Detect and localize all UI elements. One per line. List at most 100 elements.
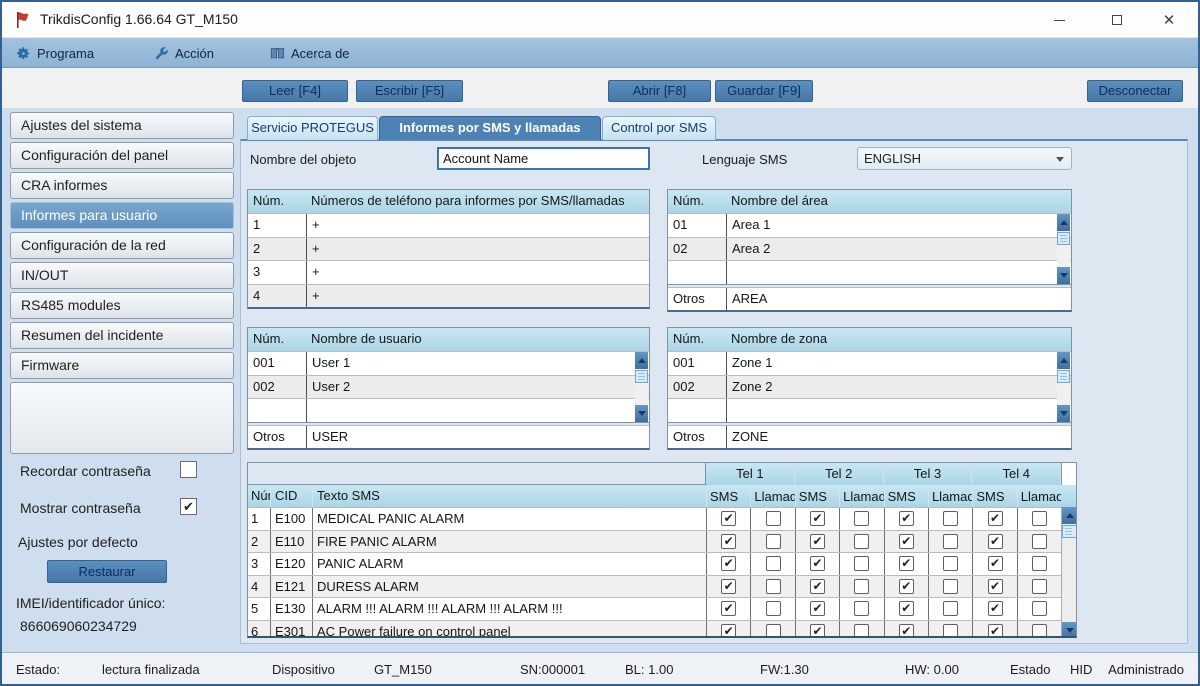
- user-name-cell[interactable]: User 2: [306, 375, 649, 398]
- sidebar-item-in-out[interactable]: IN/OUT: [10, 262, 234, 289]
- llamada-checkbox[interactable]: [854, 511, 870, 527]
- events-scrollbar[interactable]: [1061, 507, 1076, 636]
- llamada-checkbox[interactable]: [765, 601, 781, 617]
- open-button[interactable]: Abrir [F8]: [608, 80, 711, 102]
- write-button[interactable]: Escribir [F5]: [356, 80, 463, 102]
- restore-button[interactable]: Restaurar: [47, 560, 167, 583]
- llamada-checkbox[interactable]: [765, 623, 781, 636]
- menu-acerca-de[interactable]: Acerca de: [270, 38, 350, 68]
- llamada-checkbox[interactable]: [854, 533, 870, 549]
- llamada-checkbox[interactable]: [1031, 556, 1047, 572]
- scroll-down-button[interactable]: [1057, 267, 1070, 284]
- phone-cell[interactable]: +: [306, 284, 649, 307]
- scrollbar[interactable]: [635, 352, 648, 422]
- menu-accion[interactable]: Acción: [154, 38, 214, 68]
- sidebar-item-informes-para-usuario[interactable]: Informes para usuario: [10, 202, 234, 229]
- scroll-thumb[interactable]: [1062, 525, 1076, 538]
- scrollbar[interactable]: [1057, 214, 1070, 284]
- sidebar-item-ajustes-del-sistema[interactable]: Ajustes del sistema: [10, 112, 234, 139]
- sms-checkbox[interactable]: [809, 578, 825, 594]
- llamada-checkbox[interactable]: [854, 556, 870, 572]
- llamada-checkbox[interactable]: [765, 533, 781, 549]
- llamada-checkbox[interactable]: [943, 556, 959, 572]
- zone-others-cell[interactable]: ZONE: [726, 425, 1071, 448]
- phone-cell[interactable]: +: [306, 214, 649, 237]
- save-button[interactable]: Guardar [F9]: [715, 80, 813, 102]
- object-name-input[interactable]: Account Name: [437, 147, 650, 170]
- sidebar-item-rs485-modules[interactable]: RS485 modules: [10, 292, 234, 319]
- tab-control-por-sms[interactable]: Control por SMS: [602, 116, 716, 140]
- sms-checkbox[interactable]: [987, 556, 1003, 572]
- sms-checkbox[interactable]: [987, 578, 1003, 594]
- llamada-checkbox[interactable]: [1031, 511, 1047, 527]
- llamada-checkbox[interactable]: [1031, 601, 1047, 617]
- area-name-cell[interactable]: [726, 261, 1071, 284]
- llamada-checkbox[interactable]: [854, 578, 870, 594]
- user-others-cell[interactable]: USER: [306, 425, 649, 448]
- user-name-cell[interactable]: [306, 399, 649, 422]
- sms-checkbox[interactable]: [809, 556, 825, 572]
- llamada-checkbox[interactable]: [765, 578, 781, 594]
- sidebar-item-cra-informes[interactable]: CRA informes: [10, 172, 234, 199]
- read-button[interactable]: Leer [F4]: [242, 80, 348, 102]
- sms-checkbox[interactable]: [809, 623, 825, 636]
- area-name-cell[interactable]: Area 1: [726, 214, 1071, 237]
- scroll-thumb[interactable]: [1057, 370, 1070, 383]
- scroll-up-button[interactable]: [1062, 507, 1076, 524]
- close-button[interactable]: ✕: [1146, 2, 1192, 38]
- zone-name-cell[interactable]: [726, 399, 1071, 422]
- show-password-checkbox[interactable]: [180, 498, 197, 515]
- sms-checkbox[interactable]: [809, 511, 825, 527]
- maximize-button[interactable]: [1094, 2, 1140, 38]
- llamada-checkbox[interactable]: [1031, 623, 1047, 636]
- sms-checkbox[interactable]: [987, 533, 1003, 549]
- sms-language-select[interactable]: ENGLISH: [857, 147, 1072, 170]
- remember-password-checkbox[interactable]: [180, 461, 197, 478]
- sms-checkbox[interactable]: [987, 511, 1003, 527]
- sms-checkbox[interactable]: [898, 533, 914, 549]
- llamada-checkbox[interactable]: [1031, 578, 1047, 594]
- tab-informes-por-sms-y-llamadas[interactable]: Informes por SMS y llamadas: [379, 116, 601, 140]
- sms-checkbox[interactable]: [721, 511, 737, 527]
- scroll-down-button[interactable]: [1062, 622, 1076, 636]
- disconnect-button[interactable]: Desconectar: [1087, 80, 1183, 102]
- llamada-checkbox[interactable]: [943, 533, 959, 549]
- sidebar-item-resumen-del-incidente[interactable]: Resumen del incidente: [10, 322, 234, 349]
- sms-checkbox[interactable]: [898, 511, 914, 527]
- llamada-checkbox[interactable]: [943, 511, 959, 527]
- sms-checkbox[interactable]: [987, 601, 1003, 617]
- llamada-checkbox[interactable]: [765, 511, 781, 527]
- sms-checkbox[interactable]: [898, 556, 914, 572]
- zone-name-cell[interactable]: Zone 2: [726, 375, 1071, 398]
- sms-checkbox[interactable]: [898, 578, 914, 594]
- llamada-checkbox[interactable]: [1031, 533, 1047, 549]
- minimize-button[interactable]: [1036, 2, 1082, 38]
- scroll-down-button[interactable]: [1057, 405, 1070, 422]
- phone-cell[interactable]: +: [306, 237, 649, 260]
- user-name-cell[interactable]: User 1: [306, 352, 649, 375]
- scroll-down-button[interactable]: [635, 405, 648, 422]
- sms-checkbox[interactable]: [721, 623, 737, 636]
- scroll-up-button[interactable]: [635, 352, 648, 369]
- scroll-up-button[interactable]: [1057, 214, 1070, 231]
- llamada-checkbox[interactable]: [943, 578, 959, 594]
- sidebar-item-configuracion-de-la-red[interactable]: Configuración de la red: [10, 232, 234, 259]
- phone-cell[interactable]: +: [306, 261, 649, 284]
- zone-name-cell[interactable]: Zone 1: [726, 352, 1071, 375]
- llamada-checkbox[interactable]: [943, 601, 959, 617]
- area-name-cell[interactable]: Area 2: [726, 237, 1071, 260]
- sms-checkbox[interactable]: [898, 623, 914, 636]
- scroll-up-button[interactable]: [1057, 352, 1070, 369]
- scroll-thumb[interactable]: [1057, 232, 1070, 245]
- sms-checkbox[interactable]: [809, 601, 825, 617]
- sms-checkbox[interactable]: [987, 623, 1003, 636]
- scroll-thumb[interactable]: [635, 370, 648, 383]
- llamada-checkbox[interactable]: [765, 556, 781, 572]
- llamada-checkbox[interactable]: [854, 623, 870, 636]
- sidebar-item-configuracion-del-panel[interactable]: Configuración del panel: [10, 142, 234, 169]
- llamada-checkbox[interactable]: [854, 601, 870, 617]
- sms-checkbox[interactable]: [721, 578, 737, 594]
- sms-checkbox[interactable]: [809, 533, 825, 549]
- scrollbar[interactable]: [1057, 352, 1070, 422]
- sms-checkbox[interactable]: [721, 556, 737, 572]
